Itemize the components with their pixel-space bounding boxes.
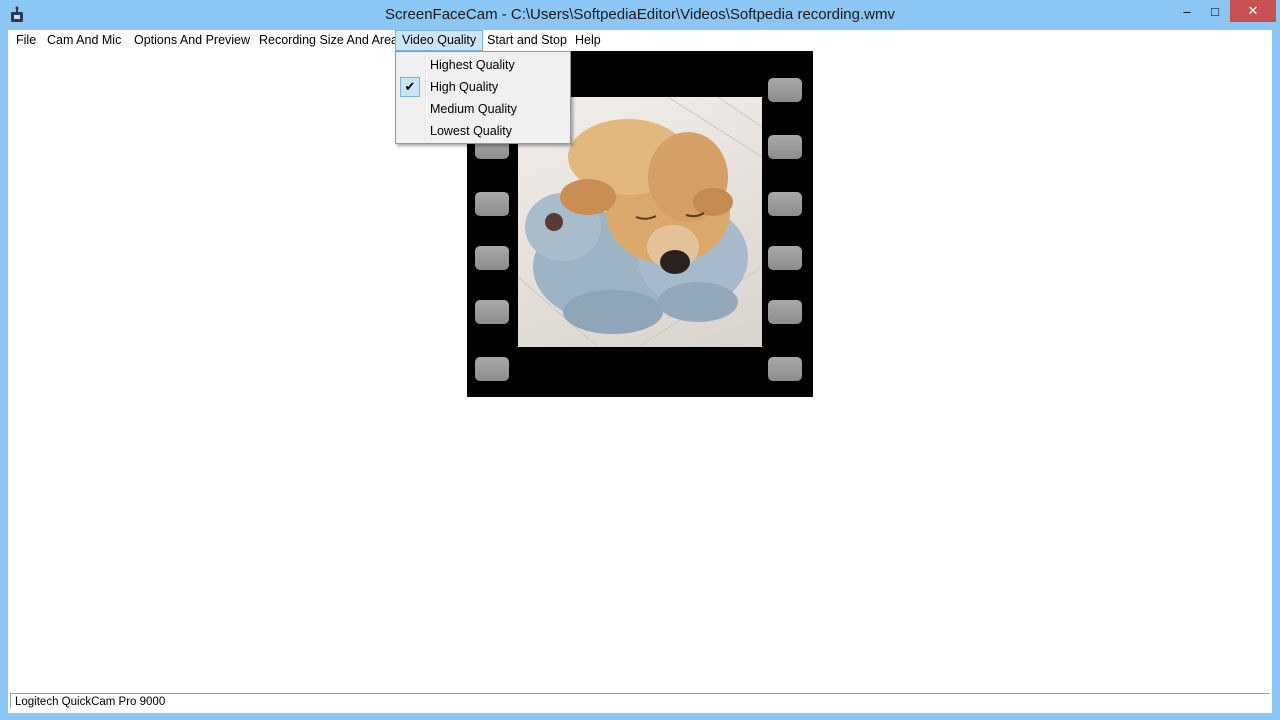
status-bar: Logitech QuickCam Pro 9000 (8, 691, 1272, 713)
film-sprocket (475, 300, 509, 324)
menu-item-label: Medium Quality (430, 102, 517, 116)
film-sprocket (475, 192, 509, 216)
title-bar: ScreenFaceCam - C:\Users\SoftpediaEditor… (0, 0, 1280, 30)
video-quality-dropdown: Highest Quality ✔ High Quality Medium Qu… (395, 51, 571, 144)
menu-options-and-preview[interactable]: Options And Preview (128, 30, 256, 51)
film-sprocket (768, 246, 802, 270)
menu-bar: File Cam And Mic Options And Preview Rec… (8, 30, 1272, 51)
menu-item-label: High Quality (430, 80, 499, 94)
menu-recording-size-and-area[interactable]: Recording Size And Area (253, 30, 404, 51)
window-title: ScreenFaceCam - C:\Users\SoftpediaEditor… (385, 6, 895, 23)
menu-cam-and-mic[interactable]: Cam And Mic (41, 30, 127, 51)
film-sprocket (768, 135, 802, 159)
film-sprocket (768, 357, 802, 381)
menu-file[interactable]: File (10, 30, 42, 51)
menu-item-lowest-quality[interactable]: Lowest Quality (398, 120, 568, 142)
menu-video-quality[interactable]: Video Quality (395, 30, 484, 51)
menu-start-and-stop[interactable]: Start and Stop (481, 30, 573, 51)
menu-item-label: Highest Quality (430, 58, 515, 72)
menu-item-high-quality[interactable]: ✔ High Quality (398, 76, 568, 98)
menu-help[interactable]: Help (569, 30, 607, 51)
menu-item-medium-quality[interactable]: Medium Quality (398, 98, 568, 120)
checkmark-icon: ✔ (400, 77, 420, 97)
film-sprocket (475, 357, 509, 381)
film-sprocket (768, 300, 802, 324)
status-device-name: Logitech QuickCam Pro 9000 (10, 693, 1270, 709)
menu-item-label: Lowest Quality (430, 124, 512, 138)
menu-item-highest-quality[interactable]: Highest Quality (398, 54, 568, 76)
minimize-icon[interactable]: – (1174, 0, 1200, 24)
maximize-icon[interactable]: □ (1201, 0, 1229, 24)
film-sprocket (475, 246, 509, 270)
close-icon[interactable]: ✕ (1230, 0, 1276, 22)
film-sprocket (768, 192, 802, 216)
film-sprocket (768, 78, 802, 102)
